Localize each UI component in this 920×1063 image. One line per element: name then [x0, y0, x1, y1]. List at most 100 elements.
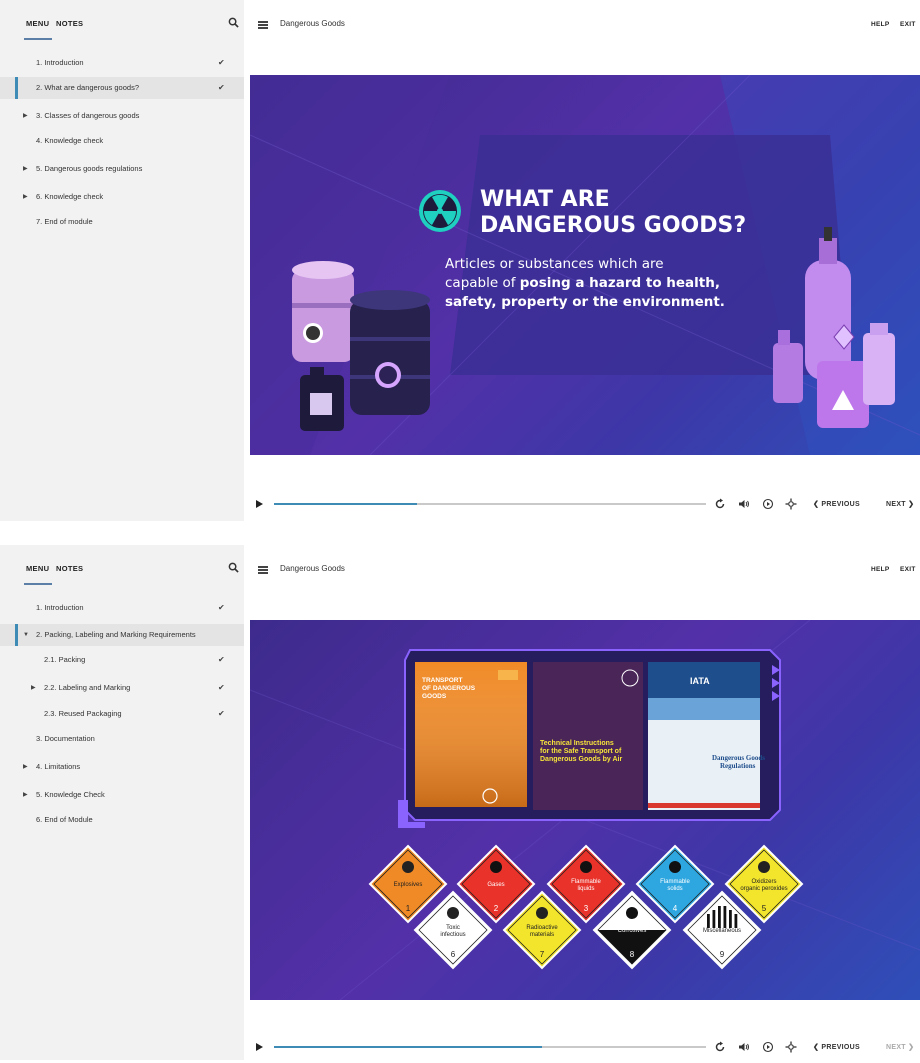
- hazard-label-text: Explosives: [394, 882, 423, 888]
- book2-line1: Technical Instructions: [540, 740, 614, 747]
- sidebar: MENU NOTES 1. Introduction ✔ 2. What are…: [0, 0, 244, 521]
- previous-button[interactable]: ❮ PREVIOUS: [813, 1043, 860, 1051]
- book2-line3: Dangerous Goods by Air: [540, 756, 622, 763]
- sidebar-item-label: 1. Introduction: [36, 603, 84, 612]
- captions-icon[interactable]: [762, 1041, 774, 1053]
- sidebar-item-label: 4. Limitations: [36, 762, 81, 771]
- previous-button[interactable]: ❮ PREVIOUS: [813, 500, 860, 508]
- settings-icon[interactable]: [785, 1041, 797, 1053]
- slide-body-line-2-plain: capable of: [445, 275, 520, 291]
- caret-icon[interactable]: ▼: [23, 624, 29, 646]
- tab-notes[interactable]: NOTES: [56, 564, 83, 573]
- tab-menu[interactable]: MENU: [26, 564, 49, 573]
- help-link[interactable]: HELP: [871, 566, 890, 573]
- sidebar-item-limitations[interactable]: ▶ 4. Limitations: [0, 756, 244, 778]
- top-bar: Dangerous Goods HELP EXIT: [244, 0, 920, 44]
- slide-title-line-1: WHAT ARE: [480, 187, 610, 212]
- captions-icon[interactable]: [762, 498, 774, 510]
- chevron-right-icon: ❯: [905, 1044, 915, 1051]
- caret-icon[interactable]: ▶: [23, 158, 28, 180]
- barrel-illustration: [350, 290, 430, 415]
- hazard-label-text: Oxidizers: [751, 879, 776, 885]
- volume-icon[interactable]: [738, 498, 750, 510]
- sidebar-item-end-of-module[interactable]: 7. End of module: [0, 211, 244, 233]
- check-icon: ✔: [218, 603, 225, 612]
- sidebar-item-label: 5. Dangerous goods regulations: [36, 164, 143, 173]
- previous-label: PREVIOUS: [821, 1044, 860, 1051]
- sidebar-item-label: 4. Knowledge check: [36, 136, 104, 145]
- active-tab-indicator: [24, 38, 52, 40]
- sidebar-item-label: 7. End of module: [36, 217, 93, 226]
- sidebar-item-label: 2. What are dangerous goods?: [36, 83, 139, 92]
- progress-fill: [274, 1046, 542, 1048]
- course-title: Dangerous Goods: [280, 564, 345, 573]
- caret-icon[interactable]: ▶: [23, 784, 28, 806]
- hazard-label-text: liquids: [577, 886, 594, 892]
- next-label: NEXT: [886, 501, 906, 508]
- tab-menu[interactable]: MENU: [26, 19, 49, 28]
- sidebar-item-packing-labeling-marking[interactable]: ▼ 2. Packing, Labeling and Marking Requi…: [0, 624, 244, 646]
- next-button[interactable]: NEXT ❯: [886, 1043, 914, 1051]
- book1-line1: TRANSPORT: [422, 677, 462, 684]
- sidebar-item-knowledge-check-2[interactable]: ▶ 6. Knowledge check: [0, 186, 244, 208]
- play-icon[interactable]: [256, 1043, 263, 1051]
- search-icon[interactable]: [228, 17, 239, 28]
- settings-icon[interactable]: [785, 498, 797, 510]
- exit-link[interactable]: EXIT: [900, 566, 916, 573]
- slide-body-line-2-bold: posing a hazard to health,: [519, 275, 720, 291]
- sidebar-item-packing[interactable]: 2.1. Packing ✔: [0, 649, 244, 671]
- sidebar-item-label: 1. Introduction: [36, 58, 84, 67]
- book-icao-technical-instructions: Technical Instructions for the Safe Tran…: [533, 662, 643, 810]
- sidebar-item-regulations[interactable]: ▶ 5. Dangerous goods regulations: [0, 158, 244, 180]
- help-link[interactable]: HELP: [871, 21, 890, 28]
- tab-notes[interactable]: NOTES: [56, 19, 83, 28]
- next-button[interactable]: NEXT ❯: [886, 500, 914, 508]
- exit-link[interactable]: EXIT: [900, 21, 916, 28]
- hazard-label-text: Gases: [487, 882, 504, 888]
- slide-body-line-2: capable of posing a hazard to health,: [445, 274, 765, 293]
- sidebar-item-what-are-dangerous-goods[interactable]: 2. What are dangerous goods? ✔: [0, 77, 244, 99]
- play-icon[interactable]: [256, 500, 263, 508]
- sidebar-item-reused-packaging[interactable]: 2.3. Reused Packaging ✔: [0, 703, 244, 725]
- book1-line3: GOODS: [422, 693, 447, 700]
- sidebar-header: MENU NOTES: [0, 545, 244, 589]
- hazard-class-number: 6: [451, 950, 456, 959]
- player-controls: ❮ PREVIOUS NEXT ❯: [250, 490, 920, 520]
- sidebar-item-knowledge-check[interactable]: ▶ 5. Knowledge Check: [0, 784, 244, 806]
- sidebar-item-introduction[interactable]: 1. Introduction ✔: [0, 597, 244, 619]
- replay-icon[interactable]: [714, 498, 726, 510]
- progress-track[interactable]: [274, 1046, 706, 1048]
- caret-icon[interactable]: ▶: [23, 756, 28, 778]
- replay-icon[interactable]: [714, 1041, 726, 1053]
- slide-body-line-3-bold: safety, property or the environment.: [445, 294, 725, 310]
- caret-icon[interactable]: ▶: [23, 186, 28, 208]
- sidebar: MENU NOTES 1. Introduction ✔ ▼ 2. Packin…: [0, 545, 244, 1060]
- volume-icon[interactable]: [738, 1041, 750, 1053]
- slide-regulations-and-classes: TRANSPORT OF DANGEROUS GOODS Technical I…: [250, 620, 920, 1000]
- sidebar-item-knowledge-check[interactable]: 4. Knowledge check: [0, 130, 244, 152]
- sidebar-item-classes[interactable]: ▶ 3. Classes of dangerous goods: [0, 105, 244, 127]
- sidebar-item-end-of-module[interactable]: 6. End of Module: [0, 809, 244, 831]
- sidebar-item-documentation[interactable]: 3. Documentation: [0, 728, 244, 750]
- sidebar-item-introduction[interactable]: 1. Introduction ✔: [0, 52, 244, 74]
- progress-track[interactable]: [274, 503, 706, 505]
- sidebar-item-label: 2.2. Labeling and Marking: [44, 683, 131, 692]
- caret-icon[interactable]: ▶: [31, 677, 36, 699]
- hazard-class-number: 1: [406, 904, 411, 913]
- hamburger-icon[interactable]: [258, 566, 268, 574]
- sidebar-item-label: 5. Knowledge Check: [36, 790, 105, 799]
- book-un-transport-dangerous-goods: TRANSPORT OF DANGEROUS GOODS: [415, 662, 527, 807]
- chevron-right-icon: ❯: [905, 501, 915, 508]
- book-iata-dangerous-goods-regulations: IATA Dangerous Goods Regulations: [648, 662, 765, 810]
- hamburger-icon[interactable]: [258, 21, 268, 29]
- sidebar-item-labeling-marking[interactable]: ▶ 2.2. Labeling and Marking ✔: [0, 677, 244, 699]
- hazard-label-text: Flammable: [660, 879, 690, 885]
- caret-icon[interactable]: ▶: [23, 105, 28, 127]
- check-icon: ✔: [218, 683, 225, 692]
- slide-title-line-2: DANGEROUS GOODS?: [480, 213, 747, 238]
- hazard-labels: Explosives1Gases2Flammableliquids3Flamma…: [368, 844, 804, 970]
- previous-label: PREVIOUS: [821, 501, 860, 508]
- jerry-can-illustration: [300, 367, 344, 431]
- slide-art: TRANSPORT OF DANGEROUS GOODS Technical I…: [250, 620, 920, 1000]
- search-icon[interactable]: [228, 562, 239, 573]
